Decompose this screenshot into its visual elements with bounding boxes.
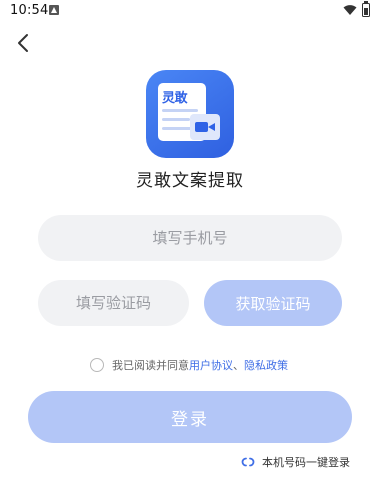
user-agreement-link[interactable]: 用户协议 [189, 357, 233, 373]
logo-text: 灵敢 [162, 91, 188, 106]
battery-icon [362, 1, 370, 17]
login-button[interactable]: 登录 [28, 391, 352, 443]
app-name: 灵敢文案提取 [136, 171, 244, 191]
status-time: 10:54 [10, 3, 49, 18]
agreement-separator: 、 [233, 359, 244, 372]
get-code-button[interactable]: 获取验证码 [204, 280, 342, 326]
privacy-policy-link[interactable]: 隐私政策 [244, 357, 288, 373]
phone-input[interactable] [38, 215, 342, 261]
status-bar: 10:54 [0, 0, 380, 22]
one-key-login-label: 本机号码一键登录 [262, 456, 350, 469]
verification-code-input[interactable] [38, 280, 189, 326]
agreement-text: 我已阅读并同意 [112, 359, 189, 372]
one-key-login-button[interactable]: 本机号码一键登录 [240, 454, 350, 470]
wifi-icon [343, 5, 357, 15]
video-camera-icon [190, 114, 220, 140]
app-logo: 灵敢 [146, 70, 234, 158]
agreement-checkbox[interactable] [90, 358, 104, 372]
back-arrow-icon[interactable] [10, 30, 36, 56]
notification-icon [49, 5, 59, 15]
link-icon [241, 457, 255, 467]
agreement-row: 我已阅读并同意 用户协议 、 隐私政策 [90, 357, 288, 373]
